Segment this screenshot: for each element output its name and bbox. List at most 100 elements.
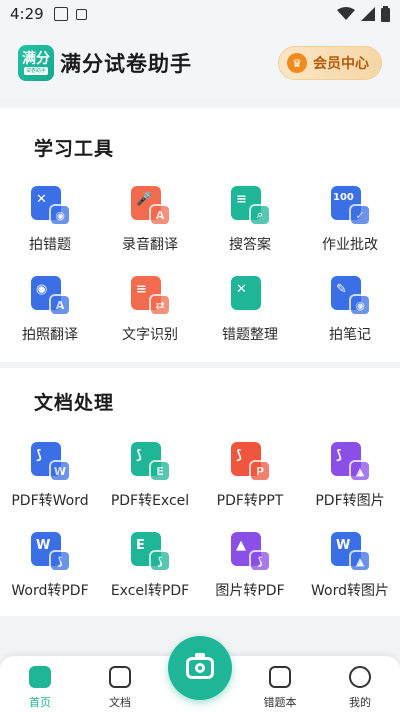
icon-mark: ⟆: [336, 448, 342, 463]
section-title-learning-tools: 学习工具: [34, 138, 115, 160]
learning-tools-grid: ✕ ◉ 拍错题 🎤 A 录音翻译 ≡ ⌕ 搜答案 100 ✓ 作业批改 ◉ A 拍照翻译 ≡ ⇄ 文字识别 ✕ 错题整…: [0, 178, 400, 358]
homework-correction-icon: 100 ✓: [329, 184, 371, 226]
icon-badge: ⟆: [149, 550, 171, 572]
learning-tools-card: 学习工具 ✕ ◉ 拍错题 🎤 A 录音翻译 ≡ ⌕ 搜答案 100 ✓ 作业批改 ◉ A 拍照翻译 ≡ ⇄ 文字识…: [0, 108, 400, 362]
home-icon: [29, 666, 51, 688]
icon-badge: ▲: [349, 550, 371, 572]
word-to-image-icon: W ▲: [329, 530, 371, 572]
tool-item[interactable]: W ▲ Word转图片: [300, 524, 400, 614]
icon-mark: ✕: [236, 282, 247, 297]
icon-badge: W: [49, 460, 71, 482]
vip-center-button[interactable]: ♛ 会员中心: [278, 46, 382, 80]
icon-mark: ▲: [236, 538, 246, 553]
tool-item[interactable]: ✕ ◉ 拍错题: [0, 178, 100, 268]
icon-badge: ◉: [49, 204, 71, 226]
app-logo: 满分 试卷助手: [18, 45, 54, 81]
wrong-question-organize-icon: ✕: [229, 274, 271, 316]
tool-item[interactable]: ⟆ P PDF转PPT: [200, 434, 300, 524]
excel-to-pdf-icon: E ⟆: [129, 530, 171, 572]
tool-label: PDF转Excel: [110, 493, 190, 509]
recording-translate-icon: 🎤 A: [129, 184, 171, 226]
tool-item[interactable]: 🎤 A 录音翻译: [100, 178, 200, 268]
tool-item[interactable]: ✕ 错题整理: [200, 268, 300, 358]
pdf-to-excel-icon: ⟆ E: [129, 440, 171, 482]
tab-label-document: 文档: [109, 696, 131, 709]
tool-item[interactable]: W ⟆ Word转PDF: [0, 524, 100, 614]
icon-badge: A: [149, 204, 171, 226]
icon-badge: ⟆: [49, 550, 71, 572]
camera-button[interactable]: [168, 636, 232, 700]
tool-label: 录音翻译: [122, 237, 178, 253]
logo-text: 满分: [22, 51, 50, 67]
document-tools-card: 文档处理 ⟆ W PDF转Word ⟆ E PDF转Excel ⟆ P PDF转PPT ⟆ ▲ PDF…: [0, 368, 400, 616]
app-header: 满分 试卷助手 满分试卷助手 ♛ 会员中心: [0, 28, 400, 98]
tab-mine[interactable]: 我的: [320, 656, 400, 712]
tool-item[interactable]: ≡ ⇄ 文字识别: [100, 268, 200, 358]
photo-notification-icon: [53, 7, 68, 21]
icon-badge: ✓: [349, 204, 371, 226]
tool-label: 文字识别: [122, 327, 178, 343]
search-answer-icon: ≡ ⌕: [229, 184, 271, 226]
profile-icon: [349, 666, 371, 688]
document-tools-grid: ⟆ W PDF转Word ⟆ E PDF转Excel ⟆ P PDF转PPT ⟆ ▲ PDF转图片 W ⟆…: [0, 434, 400, 614]
status-time: 4:29: [10, 5, 44, 23]
tool-label: Excel转PDF: [110, 583, 190, 599]
tool-item[interactable]: ⟆ ▲ PDF转图片: [300, 434, 400, 524]
tool-label: Word转图片: [311, 583, 389, 599]
icon-mark: W: [336, 538, 351, 553]
section-title-document-tools: 文档处理: [34, 392, 115, 414]
word-to-pdf-icon: W ⟆: [29, 530, 71, 572]
tool-item[interactable]: ⟆ E PDF转Excel: [100, 434, 200, 524]
app-notification-icon: [75, 8, 87, 20]
icon-mark: ≡: [136, 282, 147, 297]
icon-badge: ⌕: [249, 204, 271, 226]
tab-document[interactable]: 文档: [80, 656, 160, 712]
tool-label: 图片转PDF: [215, 583, 285, 599]
wifi-icon: [337, 7, 355, 20]
wrong-question-camera-icon: ✕ ◉: [29, 184, 71, 226]
logo-small-text: 试卷助手: [23, 67, 48, 75]
tool-item[interactable]: 100 ✓ 作业批改: [300, 178, 400, 268]
tool-item[interactable]: E ⟆ Excel转PDF: [100, 524, 200, 614]
pdf-to-image-icon: ⟆ ▲: [329, 440, 371, 482]
icon-badge: ◉: [349, 294, 371, 316]
tool-label: 拍照翻译: [22, 327, 78, 343]
image-to-pdf-icon: ▲ ⟆: [229, 530, 271, 572]
tool-label: PDF转图片: [315, 493, 385, 509]
icon-mark: 🎤: [136, 192, 153, 207]
wrong-question-book-icon: [269, 666, 291, 688]
icon-mark: ⟆: [236, 448, 242, 463]
pdf-to-ppt-icon: ⟆ P: [229, 440, 271, 482]
tool-label: 作业批改: [322, 237, 378, 253]
tab-home[interactable]: 首页: [0, 656, 80, 712]
icon-mark: W: [36, 538, 51, 553]
tab-label-home: 首页: [29, 696, 51, 709]
tool-label: PDF转PPT: [216, 493, 284, 509]
icon-mark: 100: [333, 192, 354, 203]
tool-item[interactable]: ⟆ W PDF转Word: [0, 434, 100, 524]
tool-item[interactable]: ◉ A 拍照翻译: [0, 268, 100, 358]
camera-icon: [186, 653, 214, 679]
photo-translate-icon: ◉ A: [29, 274, 71, 316]
icon-badge: P: [249, 460, 271, 482]
icon-mark: E: [136, 538, 145, 553]
tool-label: Word转PDF: [11, 583, 89, 599]
status-indicators: [337, 6, 390, 22]
tab-wrong-question-book[interactable]: 错题本: [240, 656, 320, 712]
signal-icon: [361, 7, 375, 21]
tab-label-mine: 我的: [349, 696, 371, 709]
icon-mark: ≡: [236, 192, 247, 207]
icon-mark: ✕: [36, 192, 47, 207]
tool-label: 拍笔记: [329, 327, 371, 343]
note-camera-icon: ✎ ◉: [329, 274, 371, 316]
text-recognition-icon: ≡ ⇄: [129, 274, 171, 316]
battery-icon: [381, 6, 390, 22]
tool-item[interactable]: ≡ ⌕ 搜答案: [200, 178, 300, 268]
tool-item[interactable]: ✎ ◉ 拍笔记: [300, 268, 400, 358]
tool-item[interactable]: ▲ ⟆ 图片转PDF: [200, 524, 300, 614]
tool-label: 错题整理: [222, 327, 278, 343]
pdf-to-word-icon: ⟆ W: [29, 440, 71, 482]
icon-badge: E: [149, 460, 171, 482]
icon-mark: ◉: [36, 282, 48, 297]
tool-label: 搜答案: [229, 237, 271, 253]
